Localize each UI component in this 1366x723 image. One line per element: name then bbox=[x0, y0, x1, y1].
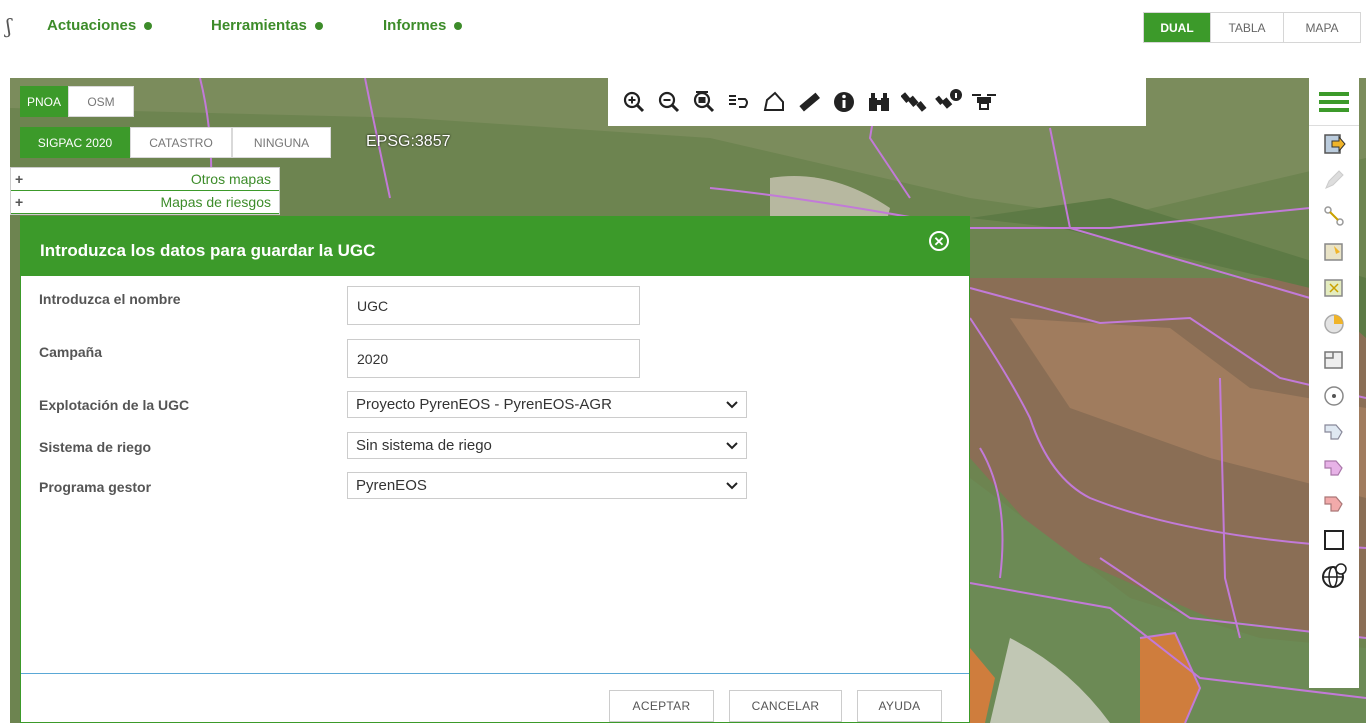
dialog-header: Introduzca los datos para guardar la UGC… bbox=[21, 217, 969, 276]
layer-group-label: Mapas de riesgos bbox=[160, 194, 271, 210]
name-label: Introduzca el nombre bbox=[39, 291, 181, 307]
exploitation-select[interactable]: Proyecto PyrenEOS - PyrenEOS-AGR bbox=[347, 391, 747, 418]
satellite-icon[interactable] bbox=[896, 82, 931, 122]
polygon-icon[interactable] bbox=[756, 82, 791, 122]
manager-value: PyrenEOS bbox=[356, 477, 427, 494]
campaign-label: Campaña bbox=[39, 344, 103, 360]
globe-icon[interactable] bbox=[1309, 558, 1359, 594]
projection-label: EPSG:3857 bbox=[366, 133, 451, 150]
view-mode-tabla[interactable]: TABLA bbox=[1211, 13, 1284, 42]
cancel-button[interactable]: CANCELAR bbox=[729, 690, 842, 722]
chevron-down-icon bbox=[718, 438, 746, 453]
menu-actuaciones-label: Actuaciones bbox=[47, 17, 137, 34]
zoom-out-icon[interactable] bbox=[651, 82, 686, 122]
help-button[interactable]: AYUDA bbox=[857, 690, 942, 722]
expand-icon: + bbox=[15, 194, 24, 210]
save-ugc-dialog: Introduzca los datos para guardar la UGC… bbox=[20, 216, 970, 723]
edit-pencil-icon[interactable] bbox=[1309, 162, 1359, 198]
expand-icon: + bbox=[15, 171, 24, 187]
irrigation-value: Sin sistema de riego bbox=[356, 437, 492, 454]
manager-label: Programa gestor bbox=[39, 479, 152, 495]
status-dot-icon bbox=[454, 21, 463, 30]
view-mode-dual[interactable]: DUAL bbox=[1144, 13, 1211, 42]
dialog-footer: ACEPTAR CANCELAR AYUDA bbox=[21, 673, 969, 722]
zoom-extent-icon[interactable] bbox=[686, 82, 721, 122]
info-icon[interactable] bbox=[826, 82, 861, 122]
ruler-icon[interactable] bbox=[791, 82, 826, 122]
shape-blue-icon[interactable] bbox=[1309, 414, 1359, 450]
side-tools bbox=[1309, 78, 1359, 688]
top-bar: ʃ Actuaciones Herramientas Informes DUAL… bbox=[0, 0, 1366, 58]
menu-informes-label: Informes bbox=[383, 17, 447, 34]
map-toolbar bbox=[608, 78, 1146, 126]
accept-button[interactable]: ACEPTAR bbox=[609, 690, 714, 722]
exploitation-value: Proyecto PyrenEOS - PyrenEOS-AGR bbox=[356, 396, 612, 413]
overlay-sigpac[interactable]: SIGPAC 2020 bbox=[20, 127, 130, 158]
cut-icon[interactable] bbox=[1309, 198, 1359, 234]
view-mode-mapa[interactable]: MAPA bbox=[1284, 13, 1360, 42]
menu-herramientas-label: Herramientas bbox=[211, 17, 307, 34]
dialog-title: Introduzca los datos para guardar la UGC bbox=[40, 241, 376, 260]
irrigation-select[interactable]: Sin sistema de riego bbox=[347, 432, 747, 459]
parcel-add-icon[interactable] bbox=[1309, 270, 1359, 306]
satellite-info-icon[interactable] bbox=[931, 82, 966, 122]
parcel-split-icon[interactable] bbox=[1309, 342, 1359, 378]
base-layer-osm[interactable]: OSM bbox=[68, 86, 134, 117]
export-icon[interactable] bbox=[1309, 126, 1359, 162]
base-layer-pnoa[interactable]: PNOA bbox=[20, 86, 68, 117]
chevron-down-icon bbox=[718, 397, 746, 412]
layer-group-otros-mapas[interactable]: + Otros mapas bbox=[11, 168, 279, 191]
manager-select[interactable]: PyrenEOS bbox=[347, 472, 747, 499]
menu-informes[interactable]: Informes bbox=[383, 17, 463, 34]
menu-actuaciones[interactable]: Actuaciones bbox=[47, 17, 153, 34]
menu-icon[interactable] bbox=[1309, 78, 1359, 126]
menu-herramientas[interactable]: Herramientas bbox=[211, 17, 323, 34]
base-layer-switch: PNOA OSM bbox=[20, 86, 134, 117]
view-mode-switch: DUAL TABLA MAPA bbox=[1143, 12, 1361, 43]
layers-query-icon[interactable] bbox=[721, 82, 756, 122]
app-logo: ʃ bbox=[6, 14, 12, 38]
drone-icon[interactable] bbox=[966, 82, 1001, 122]
shape-red-icon[interactable] bbox=[1309, 486, 1359, 522]
overlay-switch: SIGPAC 2020 CATASTRO NINGUNA bbox=[20, 127, 331, 158]
pie-icon[interactable] bbox=[1309, 306, 1359, 342]
zoom-in-icon[interactable] bbox=[616, 82, 651, 122]
exploitation-label: Explotación de la UGC bbox=[39, 397, 190, 413]
irrigation-label: Sistema de riego bbox=[39, 439, 152, 455]
left-edge bbox=[0, 78, 10, 723]
layer-panel: + Otros mapas + Mapas de riesgos bbox=[10, 167, 280, 215]
status-dot-icon bbox=[144, 21, 153, 30]
chevron-down-icon bbox=[718, 478, 746, 493]
target-icon[interactable] bbox=[1309, 378, 1359, 414]
layer-group-mapas-riesgos[interactable]: + Mapas de riesgos bbox=[11, 191, 279, 214]
layer-group-label: Otros mapas bbox=[190, 171, 271, 187]
shape-pink-icon[interactable] bbox=[1309, 450, 1359, 486]
overlay-ninguna[interactable]: NINGUNA bbox=[232, 127, 331, 158]
close-icon[interactable]: ✕ bbox=[929, 231, 949, 251]
status-dot-icon bbox=[314, 21, 323, 30]
parcel-edit-icon[interactable] bbox=[1309, 234, 1359, 270]
square-icon[interactable] bbox=[1309, 522, 1359, 558]
overlay-catastro[interactable]: CATASTRO bbox=[130, 127, 232, 158]
binoculars-icon[interactable] bbox=[861, 82, 896, 122]
campaign-input[interactable]: 2020 bbox=[347, 339, 640, 378]
name-input[interactable]: UGC bbox=[347, 286, 640, 325]
